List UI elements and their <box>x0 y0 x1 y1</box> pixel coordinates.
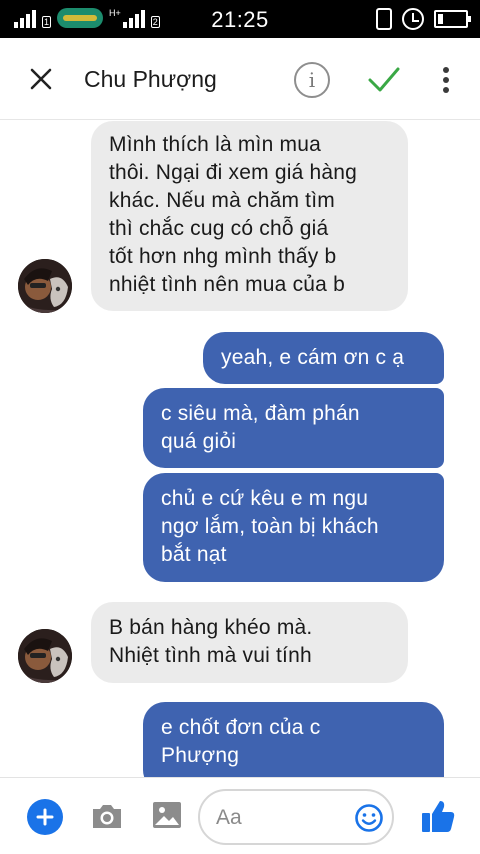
message-input-box[interactable] <box>198 789 394 845</box>
more-dot <box>443 77 449 83</box>
emoji-icon <box>355 804 383 832</box>
message-line: B bán hàng khéo mà. <box>109 616 313 639</box>
message-line: yeah, e cám ơn c ạ <box>221 346 405 369</box>
emoji-button[interactable] <box>354 803 384 833</box>
message-line: ngơ lắm, toàn bị khách <box>161 515 379 538</box>
message-line: quá giỏi <box>161 430 237 453</box>
close-icon <box>30 68 52 90</box>
message-line: c siêu mà, đàm phán <box>161 402 360 425</box>
more-actions-button[interactable] <box>27 799 63 835</box>
like-button[interactable] <box>418 796 458 836</box>
message-line: Nhiệt tình mà vui tính <box>109 644 312 667</box>
camera-icon <box>93 805 121 828</box>
alarm-icon <box>402 8 424 30</box>
message-bubble-incoming[interactable]: B bán hàng khéo mà. Nhiệt tình mà vui tí… <box>91 602 408 683</box>
message-input[interactable] <box>216 803 346 833</box>
vibrate-icon <box>376 8 392 30</box>
more-options-button[interactable] <box>432 64 460 96</box>
info-button[interactable]: i <box>294 62 330 98</box>
chat-header: Chu Phượng i <box>0 38 480 120</box>
message-line: khác. Nếu mà chăm tìm <box>109 189 335 212</box>
contact-avatar[interactable] <box>18 259 72 313</box>
confirm-button[interactable] <box>366 64 402 96</box>
message-bubble-incoming[interactable]: Mình thích là mìn mua thôi. Ngại đi xem … <box>91 121 408 311</box>
message-line: nhiệt tình nên mua của b <box>109 273 345 296</box>
contact-avatar[interactable] <box>18 629 72 683</box>
message-line: thôi. Ngại đi xem giá hàng <box>109 161 358 184</box>
message-line: bắt nạt <box>161 543 227 566</box>
battery-icon <box>434 10 471 28</box>
close-button[interactable] <box>24 62 58 96</box>
avatar-photo-icon <box>18 629 72 683</box>
image-icon <box>153 802 181 828</box>
message-line: tốt hơn nhg mình thấy b <box>109 245 337 268</box>
message-list[interactable]: Mình thích là mìn mua thôi. Ngại đi xem … <box>0 121 480 777</box>
conversation-title: Chu Phượng <box>84 66 217 92</box>
message-bubble-outgoing[interactable]: e chốt đơn của c Phượng <box>143 702 444 777</box>
gallery-button[interactable] <box>151 800 183 830</box>
message-line: thì chắc cug có chỗ giá <box>109 217 329 240</box>
avatar-photo-icon <box>18 259 72 313</box>
message-line: Phượng <box>161 744 240 767</box>
plus-icon <box>36 808 54 826</box>
message-line: e chốt đơn của c <box>161 716 321 739</box>
check-icon <box>368 67 400 92</box>
message-bubble-outgoing[interactable]: yeah, e cám ơn c ạ <box>203 332 444 384</box>
composer-bar <box>0 777 480 854</box>
camera-button[interactable] <box>90 800 124 832</box>
more-dot <box>443 87 449 93</box>
more-dot <box>443 67 449 73</box>
thumbs-up-icon <box>422 801 455 832</box>
message-bubble-outgoing[interactable]: chủ e cứ kêu e m ngu ngơ lắm, toàn bị kh… <box>143 473 444 582</box>
status-right <box>376 8 471 30</box>
message-line: chủ e cứ kêu e m ngu <box>161 487 369 510</box>
message-bubble-outgoing[interactable]: c siêu mà, đàm phán quá giỏi <box>143 388 444 468</box>
status-bar: 1 H+ 2 21:25 <box>0 0 480 38</box>
message-line: Mình thích là mìn mua <box>109 133 321 156</box>
